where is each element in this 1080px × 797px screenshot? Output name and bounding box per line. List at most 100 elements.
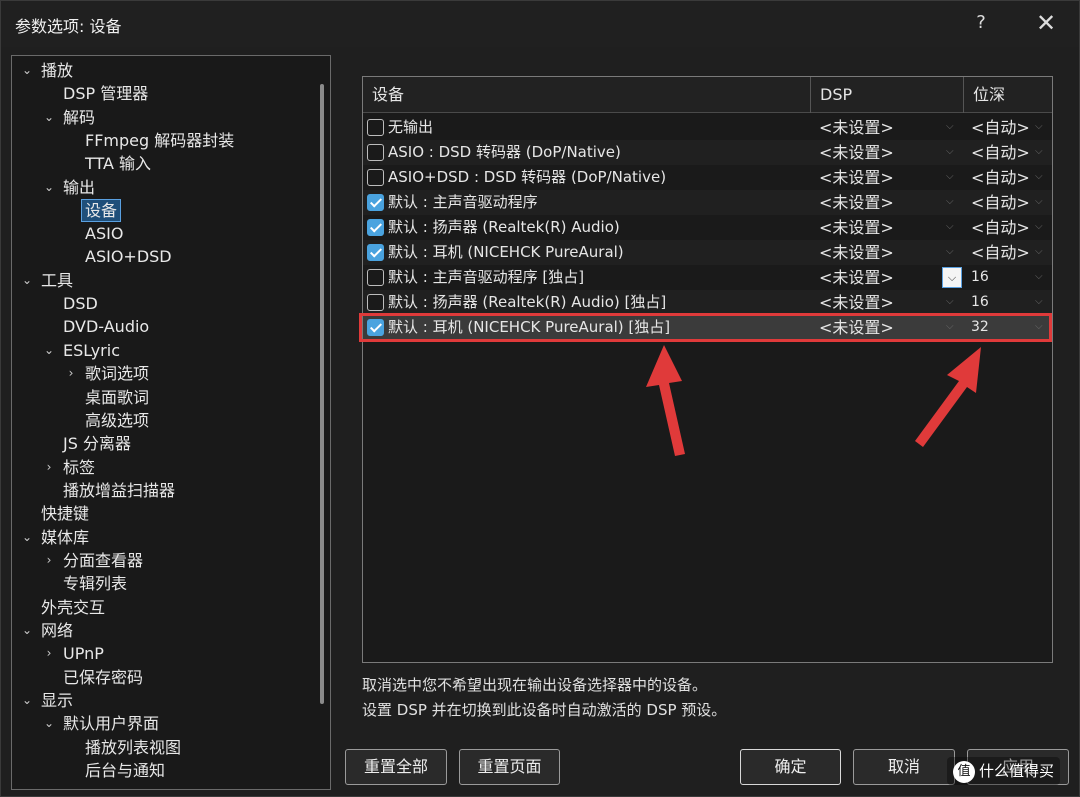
chevron-down-icon[interactable]: ⌄ [42, 106, 56, 129]
chevron-down-icon[interactable]: ⌵ [942, 267, 962, 288]
chevron-down-icon[interactable]: ⌵ [946, 221, 954, 232]
dsp-select[interactable]: <未设置> [819, 115, 894, 140]
device-checkbox[interactable] [367, 294, 384, 311]
tree-item-playlist-view[interactable]: 播放列表视图 [85, 736, 181, 759]
device-checkbox[interactable] [367, 144, 384, 161]
tree-item-devices[interactable]: 设备 [81, 199, 122, 222]
dsp-select[interactable]: <未设置> [819, 165, 894, 190]
chevron-down-icon[interactable]: ⌵ [946, 121, 954, 132]
column-header-device[interactable]: 设备 [363, 77, 810, 113]
chevron-right-icon[interactable]: › [64, 362, 78, 385]
tree-item-advanced-options[interactable]: 高级选项 [85, 409, 149, 432]
dsp-select[interactable]: <未设置> [819, 190, 894, 215]
device-table[interactable]: 设备 DSP 位深 无输出 <未设置> ⌵ <自动> ⌵ ASIO : DSD … [362, 76, 1053, 663]
cancel-button[interactable]: 取消 [853, 749, 955, 785]
chevron-down-icon[interactable]: ⌵ [1035, 121, 1043, 132]
chevron-down-icon[interactable]: ⌵ [1035, 196, 1043, 207]
column-header-dsp[interactable]: DSP [811, 77, 963, 113]
chevron-down-icon[interactable]: ⌄ [20, 689, 34, 712]
tree-item-display[interactable]: 显示 [41, 689, 73, 712]
device-checkbox[interactable] [367, 244, 384, 261]
dsp-select[interactable]: <未设置> [819, 265, 894, 290]
chevron-down-icon[interactable]: ⌵ [1035, 271, 1043, 282]
tree-item-facets[interactable]: 分面查看器 [63, 549, 143, 572]
tree-item-upnp[interactable]: UPnP [63, 642, 104, 665]
chevron-down-icon[interactable]: ⌄ [20, 269, 34, 292]
dsp-select[interactable]: <未设置> [819, 215, 894, 240]
chevron-down-icon[interactable]: ⌵ [946, 196, 954, 207]
chevron-down-icon[interactable]: ⌵ [1035, 246, 1043, 257]
chevron-down-icon[interactable]: ⌄ [20, 619, 34, 642]
bit-depth-select[interactable]: 16 [971, 290, 989, 315]
tree-item-replaygain-scanner[interactable]: 播放增益扫描器 [63, 479, 175, 502]
tree-item-asio-dsd[interactable]: ASIO+DSD [85, 245, 172, 268]
preferences-tree[interactable]: ⌄ 播放 DSP 管理器 ⌄ 解码 FFmpeg 解码器封装 TTA 输入 ⌄ … [11, 55, 331, 790]
tree-item-tta[interactable]: TTA 输入 [85, 152, 151, 175]
chevron-down-icon[interactable]: ⌄ [42, 712, 56, 735]
dsp-select[interactable]: <未设置> [819, 240, 894, 265]
tree-item-decoding[interactable]: 解码 [63, 106, 95, 129]
tree-item-lyric-options[interactable]: 歌词选项 [85, 362, 149, 385]
bit-depth-select[interactable]: <自动> [971, 165, 1030, 190]
chevron-down-icon[interactable]: ⌄ [20, 59, 34, 82]
tree-item-background-notifications[interactable]: 后台与通知 [85, 759, 165, 782]
chevron-down-icon[interactable]: ⌵ [1035, 221, 1043, 232]
chevron-down-icon[interactable]: ⌵ [1035, 146, 1043, 157]
bit-depth-select[interactable]: <自动> [971, 140, 1030, 165]
tree-item-album-list[interactable]: 专辑列表 [63, 572, 127, 595]
tree-item-output[interactable]: 输出 [63, 176, 95, 199]
chevron-down-icon[interactable]: ⌵ [946, 171, 954, 182]
tree-item-dsp-manager[interactable]: DSP 管理器 [63, 82, 148, 105]
column-header-bit-depth[interactable]: 位深 [964, 77, 1052, 113]
tree-item-dsd[interactable]: DSD [63, 292, 98, 315]
dsp-select[interactable]: <未设置> [819, 290, 894, 315]
tree-item-tools[interactable]: 工具 [41, 269, 73, 292]
device-checkbox[interactable] [367, 269, 384, 286]
device-checkbox[interactable] [367, 219, 384, 236]
bit-depth-select[interactable]: <自动> [971, 215, 1030, 240]
tree-item-media-library[interactable]: 媒体库 [41, 526, 89, 549]
chevron-down-icon[interactable]: ⌵ [946, 296, 954, 307]
tree-item-ffmpeg[interactable]: FFmpeg 解码器封装 [85, 129, 234, 152]
table-row[interactable]: 默认 : 耳机 (NICEHCK PureAural) <未设置> ⌵ <自动>… [363, 240, 1052, 265]
device-checkbox[interactable] [367, 169, 384, 186]
chevron-right-icon[interactable]: › [42, 642, 56, 665]
tree-scrollbar[interactable] [320, 84, 324, 704]
chevron-right-icon[interactable]: › [42, 456, 56, 479]
tree-item-eslyric[interactable]: ESLyric [63, 339, 120, 362]
tree-item-shortcuts[interactable]: 快捷键 [41, 502, 89, 525]
chevron-down-icon[interactable]: ⌵ [1035, 171, 1043, 182]
dsp-select[interactable]: <未设置> [819, 140, 894, 165]
chevron-down-icon[interactable]: ⌵ [1035, 296, 1043, 307]
tree-item-saved-passwords[interactable]: 已保存密码 [63, 666, 143, 689]
chevron-right-icon[interactable]: › [42, 549, 56, 572]
table-row[interactable]: 默认 : 扬声器 (Realtek(R) Audio) <未设置> ⌵ <自动>… [363, 215, 1052, 240]
tree-item-desktop-lyrics[interactable]: 桌面歌词 [85, 386, 149, 409]
chevron-down-icon[interactable]: ⌄ [42, 176, 56, 199]
help-button[interactable]: ? [969, 9, 993, 37]
bit-depth-select[interactable]: 16 [971, 265, 989, 290]
tree-item-js-splitter[interactable]: JS 分离器 [63, 432, 131, 455]
reset-all-button[interactable]: 重置全部 [345, 749, 447, 785]
table-row[interactable]: ASIO+DSD : DSD 转码器 (DoP/Native) <未设置> ⌵ … [363, 165, 1052, 190]
tree-item-playback[interactable]: 播放 [41, 59, 73, 82]
chevron-down-icon[interactable]: ⌄ [42, 339, 56, 362]
table-row[interactable]: ASIO : DSD 转码器 (DoP/Native) <未设置> ⌵ <自动>… [363, 140, 1052, 165]
tree-item-asio[interactable]: ASIO [85, 222, 123, 245]
table-row[interactable]: 默认 : 主声音驱动程序 <未设置> ⌵ <自动> ⌵ [363, 190, 1052, 215]
table-row[interactable]: 默认 : 扬声器 (Realtek(R) Audio) [独占] <未设置> ⌵… [363, 290, 1052, 315]
tree-item-shell-integration[interactable]: 外壳交互 [41, 596, 105, 619]
chevron-down-icon[interactable]: ⌵ [946, 246, 954, 257]
reset-page-button[interactable]: 重置页面 [459, 749, 560, 785]
chevron-down-icon[interactable]: ⌄ [20, 526, 34, 549]
device-checkbox[interactable] [367, 119, 384, 136]
tree-item-default-ui[interactable]: 默认用户界面 [63, 712, 159, 735]
close-button[interactable]: ✕ [1031, 7, 1061, 39]
tree-item-tags[interactable]: 标签 [63, 456, 95, 479]
device-checkbox[interactable] [367, 194, 384, 211]
table-row[interactable]: 无输出 <未设置> ⌵ <自动> ⌵ [363, 115, 1052, 140]
ok-button[interactable]: 确定 [740, 749, 841, 785]
tree-item-networking[interactable]: 网络 [41, 619, 73, 642]
bit-depth-select[interactable]: <自动> [971, 115, 1030, 140]
bit-depth-select[interactable]: <自动> [971, 190, 1030, 215]
